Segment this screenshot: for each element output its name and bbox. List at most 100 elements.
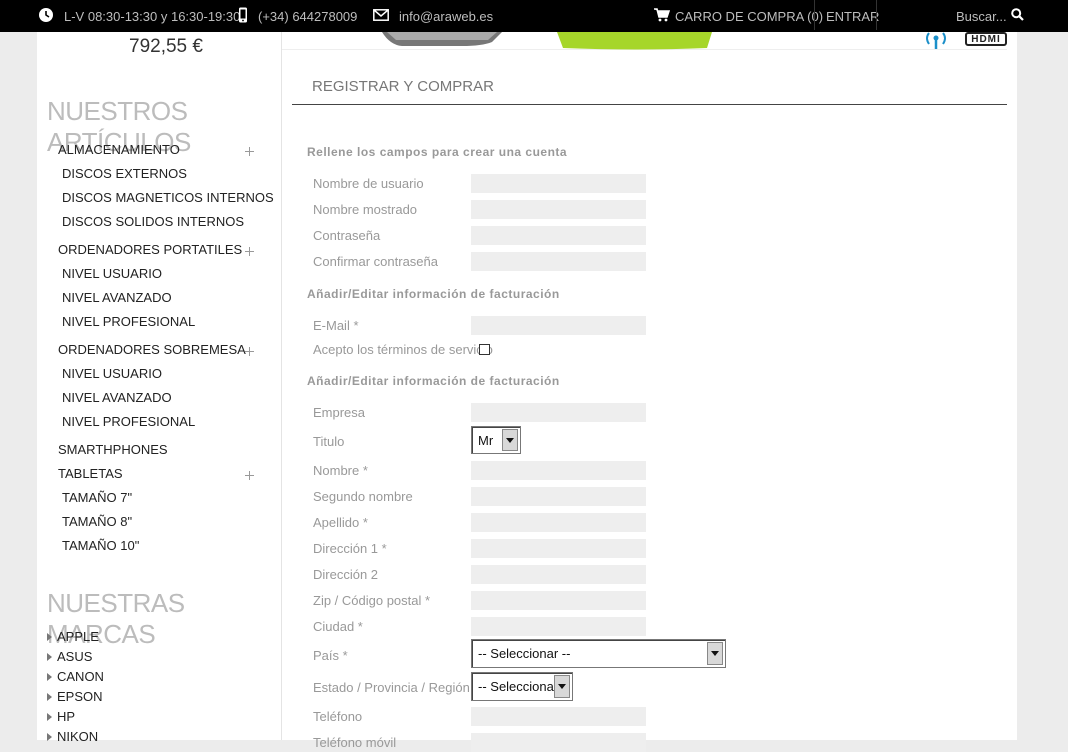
zip-label: Zip / Código postal * <box>313 593 431 608</box>
address2-label: Dirección 2 <box>313 567 379 582</box>
brand-item[interactable]: NIKON <box>47 729 98 744</box>
clock-icon <box>38 7 54 26</box>
title-label: Titulo <box>313 434 345 449</box>
subcategory-item[interactable]: TAMAÑO 8" <box>62 514 132 529</box>
expand-plus-icon[interactable] <box>245 147 254 156</box>
brand-label: CANON <box>57 669 104 684</box>
country-label: País * <box>313 648 348 663</box>
search-text: Buscar... <box>956 8 1007 24</box>
username-label: Nombre de usuario <box>313 176 424 191</box>
subcategory-item[interactable]: TAMAÑO 7" <box>62 490 132 505</box>
terms-checkbox[interactable] <box>479 344 490 355</box>
chevron-down-icon[interactable] <box>554 675 570 698</box>
section-title-billing: Añadir/Editar información de facturación <box>307 287 560 301</box>
envelope-icon <box>373 8 389 24</box>
city-label: Ciudad * <box>313 619 363 634</box>
category-tabletas[interactable]: TABLETAS <box>58 466 123 481</box>
expand-plus-icon[interactable] <box>245 247 254 256</box>
sidebar: 792,55 € NUESTROS ARTÍCULOS ALMACENAMIEN… <box>37 32 282 744</box>
email-link[interactable]: info@araweb.es <box>399 9 493 24</box>
cart-link[interactable]: CARRO DE COMPRA (0) <box>654 0 823 32</box>
subcategory-item[interactable]: NIVEL AVANZADO <box>62 390 172 405</box>
confirm-password-input[interactable] <box>471 252 646 271</box>
triangle-right-icon <box>47 672 52 681</box>
subcategory-item[interactable]: NIVEL PROFESIONAL <box>62 414 195 429</box>
subcategory-item[interactable]: DISCOS MAGNETICOS INTERNOS <box>62 190 274 205</box>
subcategory-item[interactable]: NIVEL PROFESIONAL <box>62 314 195 329</box>
state-label: Estado / Provincia / Región * <box>313 680 479 695</box>
middle-name-input[interactable] <box>471 487 646 506</box>
city-input[interactable] <box>471 617 646 636</box>
username-input[interactable] <box>471 174 646 193</box>
category-sobremesa[interactable]: ORDENADORES SOBREMESA <box>58 342 246 357</box>
address1-input[interactable] <box>471 539 646 558</box>
subcategory-item[interactable]: NIVEL USUARIO <box>62 266 162 281</box>
section-title-billing: Añadir/Editar información de facturación <box>307 374 560 388</box>
terms-label: Acepto los términos de servicio <box>313 342 493 357</box>
address2-input[interactable] <box>471 565 646 584</box>
phone-item: (+34) 644278009 <box>238 0 357 32</box>
chevron-down-icon[interactable] <box>502 429 518 451</box>
main-content: HDMI REGISTRAR Y COMPRAR Rellene los cam… <box>282 32 1017 752</box>
subcategory-item[interactable]: NIVEL USUARIO <box>62 366 162 381</box>
page-title: REGISTRAR Y COMPRAR <box>312 78 494 95</box>
mobile-label: Teléfono móvil <box>313 735 397 750</box>
subcategory-item[interactable]: DISCOS SOLIDOS INTERNOS <box>62 214 244 229</box>
brand-item[interactable]: APPLE <box>47 629 99 644</box>
triangle-right-icon <box>47 732 52 741</box>
subcategory-item[interactable]: TAMAÑO 10" <box>62 538 139 553</box>
mobile-input[interactable] <box>471 733 646 752</box>
company-input[interactable] <box>471 403 646 422</box>
brand-item[interactable]: EPSON <box>47 689 103 704</box>
category-portatiles[interactable]: ORDENADORES PORTATILES <box>58 242 242 257</box>
brand-item[interactable]: HP <box>47 709 75 724</box>
separator <box>814 0 815 30</box>
divider <box>292 104 1007 105</box>
brand-label: HP <box>57 709 76 724</box>
expand-plus-icon[interactable] <box>245 471 254 480</box>
page: 792,55 € NUESTROS ARTÍCULOS ALMACENAMIEN… <box>37 32 1017 752</box>
subcategory-item[interactable]: DISCOS EXTERNOS <box>62 166 187 181</box>
first-name-input[interactable] <box>471 461 646 480</box>
middle-name-label: Segundo nombre <box>313 489 413 504</box>
product-price: 792,55 € <box>129 36 203 57</box>
category-almacenamiento[interactable]: ALMACENAMIENTO <box>58 142 180 157</box>
display-name-input[interactable] <box>471 200 646 219</box>
title-select-value: Mr <box>478 432 494 448</box>
green-shape-icon <box>557 32 712 50</box>
search-trigger[interactable]: Buscar... <box>956 0 1024 32</box>
brand-item[interactable]: ASUS <box>47 649 92 664</box>
mobile-phone-icon <box>238 7 248 26</box>
email-item[interactable]: info@araweb.es <box>373 0 493 32</box>
category-smarthphones[interactable]: SMARTHPHONES <box>58 442 168 457</box>
zip-input[interactable] <box>471 591 646 610</box>
display-name-label: Nombre mostrado <box>313 202 418 217</box>
chevron-down-icon[interactable] <box>707 642 723 665</box>
separator <box>876 0 877 30</box>
phone-input[interactable] <box>471 707 646 726</box>
last-name-label: Apellido * <box>313 515 368 530</box>
wireless-icon <box>926 32 946 49</box>
state-select[interactable]: -- Seleccionar -- <box>471 672 573 701</box>
cart-text: CARRO DE COMPRA (0) <box>675 8 824 24</box>
triangle-right-icon <box>47 712 52 721</box>
triangle-right-icon <box>47 632 52 641</box>
brand-label: APPLE <box>57 629 99 644</box>
title-select[interactable]: Mr <box>471 426 521 454</box>
triangle-right-icon <box>47 692 52 701</box>
brand-label: EPSON <box>57 689 103 704</box>
phone-label: Teléfono <box>313 709 363 724</box>
subcategory-item[interactable]: NIVEL AVANZADO <box>62 290 172 305</box>
last-name-input[interactable] <box>471 513 646 532</box>
email-input[interactable] <box>471 316 646 335</box>
brand-item[interactable]: CANON <box>47 669 104 684</box>
login-link[interactable]: ENTRAR <box>826 0 879 32</box>
triangle-right-icon <box>47 652 52 661</box>
password-label: Contraseña <box>313 228 381 243</box>
hours-item: L-V 08:30-13:30 y 16:30-19:30 <box>38 0 240 32</box>
brand-label: NIKON <box>57 729 99 744</box>
password-input[interactable] <box>471 226 646 245</box>
phone-text: (+34) 644278009 <box>258 8 358 24</box>
country-select[interactable]: -- Seleccionar -- <box>471 639 726 668</box>
expand-plus-icon[interactable] <box>245 347 254 356</box>
